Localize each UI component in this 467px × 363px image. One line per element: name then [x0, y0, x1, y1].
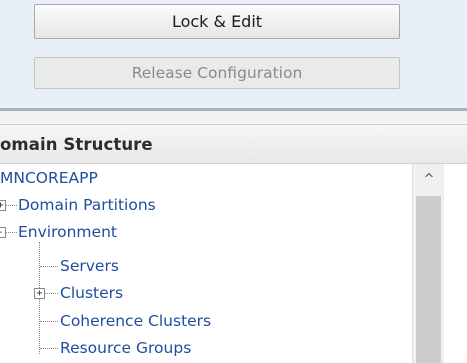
scrollbar-thumb[interactable]	[416, 196, 441, 363]
tree-item-servers[interactable]: Servers	[60, 257, 119, 275]
tree-connector	[45, 293, 58, 294]
tree-connector	[40, 348, 58, 349]
release-configuration-button[interactable]: Release Configuration	[34, 57, 400, 89]
expand-clusters-icon[interactable]: +	[34, 288, 45, 299]
domain-structure-header: omain Structure	[0, 125, 467, 164]
right-margin	[444, 164, 467, 363]
tree-item-resource-groups[interactable]: Resource Groups	[60, 339, 191, 357]
scroll-up-arrow-icon[interactable]: ^	[413, 168, 445, 192]
domain-tree: MNCOREAPP + Domain Partitions - Environm…	[0, 164, 412, 363]
panel-gap	[0, 111, 467, 125]
change-center-panel: Lock & Edit Release Configuration	[0, 0, 467, 111]
tree-connector	[6, 232, 17, 233]
tree-item-coherence-clusters[interactable]: Coherence Clusters	[60, 312, 211, 330]
tree-connector	[6, 205, 17, 206]
tree-item-domain-partitions[interactable]: Domain Partitions	[18, 196, 156, 214]
tree-scrollbar[interactable]: ^	[412, 164, 445, 363]
tree-item-environment[interactable]: Environment	[18, 223, 117, 241]
lock-edit-button[interactable]: Lock & Edit	[34, 4, 400, 39]
tree-connector	[40, 266, 58, 267]
tree-root-domain[interactable]: MNCOREAPP	[0, 169, 98, 187]
domain-structure-title: omain Structure	[0, 135, 153, 154]
tree-connector	[40, 321, 58, 322]
tree-item-clusters[interactable]: Clusters	[60, 284, 123, 302]
